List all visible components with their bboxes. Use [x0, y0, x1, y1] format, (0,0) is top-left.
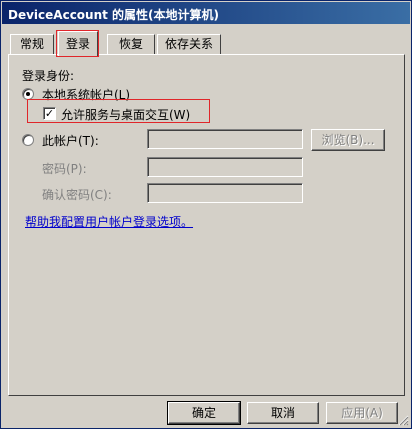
cancel-button[interactable]: 取消 — [247, 402, 319, 424]
browse-button-label: 浏览(B)... — [321, 133, 375, 147]
resize-grip-icon[interactable] — [397, 414, 409, 426]
logon-help-link[interactable]: 帮助我配置用户帐户登录选项。 — [25, 213, 193, 230]
tab-recovery[interactable]: 恢复 — [107, 34, 155, 54]
this-account-radio[interactable] — [22, 134, 34, 146]
confirm-password-input[interactable] — [147, 183, 303, 203]
logon-as-label: 登录身份: — [22, 69, 75, 83]
tab-general-label: 常规 — [19, 37, 44, 51]
this-account-label[interactable]: 此帐户(T): — [42, 132, 99, 149]
tab-dependencies[interactable]: 依存关系 — [157, 34, 221, 54]
ok-button-label: 确定 — [191, 406, 216, 420]
interact-desktop-checkbox[interactable]: ✓ — [43, 107, 56, 120]
password-label: 密码(P): — [42, 162, 87, 176]
logon-tab-panel: 登录身份: 本地系统帐户(L) ✓ 允许服务与桌面交互(W) 此帐户(T): 浏… — [8, 54, 405, 396]
this-account-input[interactable] — [147, 129, 303, 149]
window-title: DeviceAccount 的属性(本地计算机) — [8, 8, 220, 22]
browse-button[interactable]: 浏览(B)... — [311, 129, 385, 151]
ok-button[interactable]: 确定 — [167, 401, 241, 425]
apply-button-label: 应用(A) — [341, 406, 383, 420]
tab-recovery-label: 恢复 — [118, 37, 143, 51]
password-input[interactable] — [147, 157, 303, 177]
local-system-radio[interactable] — [22, 88, 34, 100]
radio-selected-dot — [26, 92, 30, 96]
confirm-password-label: 确认密码(C): — [42, 188, 112, 202]
apply-button[interactable]: 应用(A) — [326, 402, 398, 424]
title-bar[interactable]: DeviceAccount 的属性(本地计算机) — [2, 2, 410, 24]
cancel-button-label: 取消 — [270, 406, 295, 420]
interact-desktop-label[interactable]: 允许服务与桌面交互(W) — [61, 106, 190, 123]
tab-logon[interactable]: 登录 — [58, 31, 98, 56]
tab-general[interactable]: 常规 — [10, 34, 54, 54]
properties-window: DeviceAccount 的属性(本地计算机) 常规 登录 恢复 依存关系 登… — [0, 0, 412, 429]
checkmark-icon: ✓ — [44, 107, 55, 120]
tab-logon-label: 登录 — [65, 37, 90, 51]
local-system-label[interactable]: 本地系统帐户(L) — [42, 86, 130, 103]
tab-dependencies-label: 依存关系 — [164, 37, 213, 51]
